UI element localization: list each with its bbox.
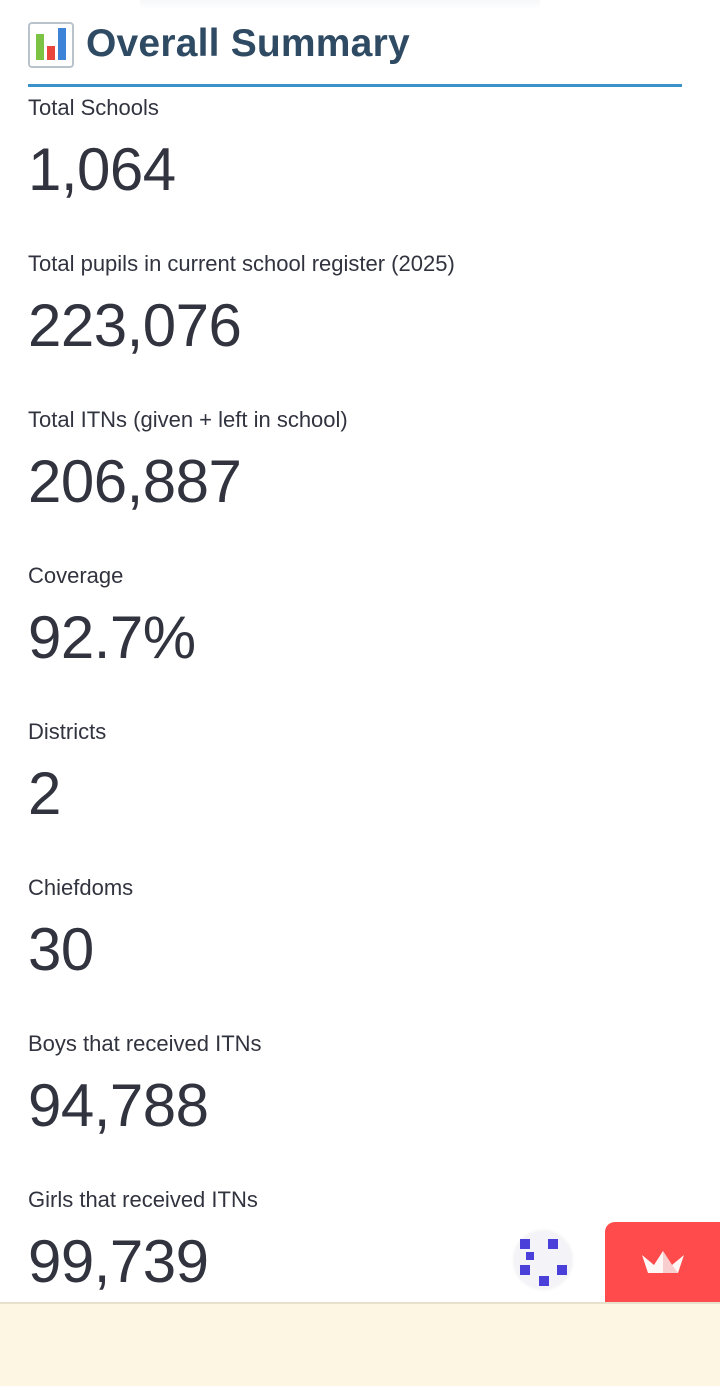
section-header: Overall Summary [28, 18, 682, 87]
status-dot [520, 1265, 530, 1275]
metric-total-pupils: Total pupils in current school register … [28, 248, 688, 404]
crown-icon [641, 1251, 684, 1273]
metric-value: 206,887 [28, 448, 242, 515]
metric-coverage: Coverage 92.7% [28, 560, 688, 716]
metric-value: 2 [28, 760, 61, 827]
metric-value: 1,064 [28, 136, 176, 203]
metric-value: 223,076 [28, 292, 242, 359]
icon-bar-green [36, 34, 44, 60]
metric-label: Total pupils in current school register … [28, 251, 455, 276]
metric-total-itns: Total ITNs (given + left in school) 206,… [28, 404, 688, 560]
status-dot [548, 1239, 558, 1249]
metric-chiefdoms: Chiefdoms 30 [28, 872, 688, 1028]
status-dot [539, 1276, 549, 1286]
metric-boys-itns: Boys that received ITNs 94,788 [28, 1028, 688, 1184]
icon-bar-red [47, 46, 55, 60]
top-fade [140, 0, 540, 10]
metric-value: 99,739 [28, 1228, 209, 1295]
metric-label: Boys that received ITNs [28, 1031, 262, 1056]
section-title: Overall Summary [86, 22, 410, 65]
icon-bar-blue [58, 28, 66, 60]
status-dot [557, 1265, 567, 1275]
running-status-icon[interactable] [514, 1231, 572, 1289]
status-dot [520, 1239, 530, 1249]
deploy-button[interactable] [605, 1222, 720, 1302]
metric-value: 94,788 [28, 1072, 209, 1139]
metric-value: 92.7% [28, 604, 196, 671]
metric-label: Total Schools [28, 95, 159, 120]
metric-label: Coverage [28, 563, 124, 588]
metric-label: Total ITNs (given + left in school) [28, 407, 348, 432]
metric-label: Districts [28, 719, 107, 744]
bar-chart-icon [28, 22, 74, 68]
metric-districts: Districts 2 [28, 716, 688, 872]
status-dot [526, 1252, 534, 1260]
metric-label: Girls that received ITNs [28, 1187, 258, 1212]
bottom-bar [0, 1302, 720, 1386]
app-page: Overall Summary Total Schools 1,064 Tota… [0, 0, 720, 1386]
metric-value: 30 [28, 916, 94, 983]
metric-label: Chiefdoms [28, 875, 134, 900]
metric-total-schools: Total Schools 1,064 [28, 92, 688, 248]
metrics-list: Total Schools 1,064 Total pupils in curr… [28, 92, 688, 1340]
